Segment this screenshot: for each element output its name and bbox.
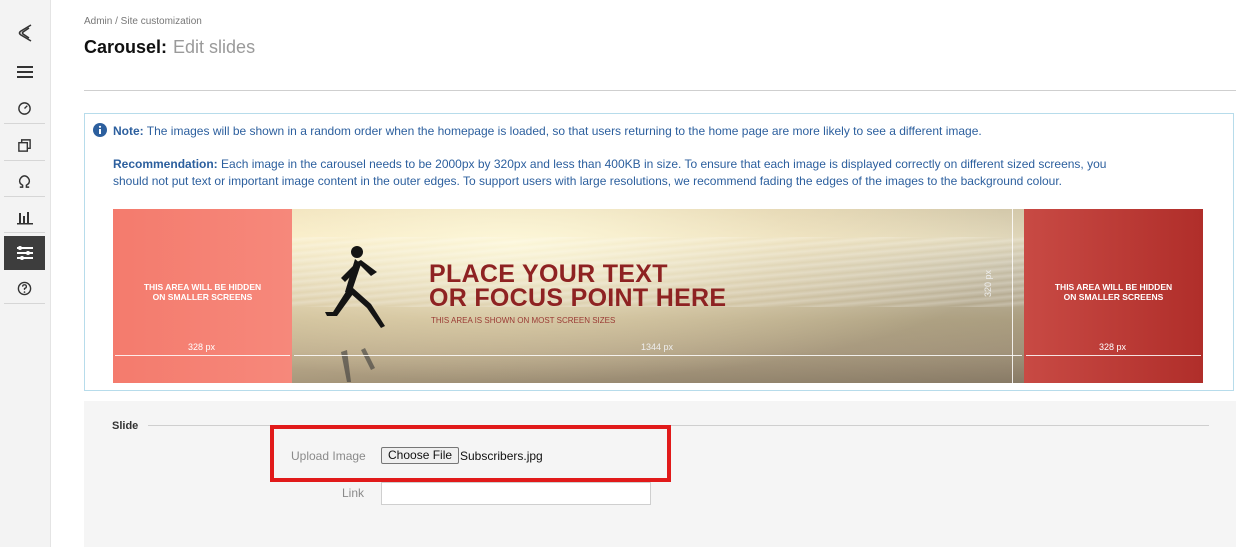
header-divider: [84, 90, 1236, 91]
middle-width-label: 1344 px: [641, 342, 674, 352]
slide-legend: Slide: [112, 420, 139, 432]
note-body: The images will be shown in a random ord…: [143, 124, 982, 138]
recommendation-text: Recommendation: Each image in the carous…: [113, 156, 1113, 190]
hidden-area-left-label: THIS AREA WILL BE HIDDEN ON SMALLER SCRE…: [143, 282, 262, 302]
dashboard-gauge-icon[interactable]: [4, 94, 45, 124]
app-logo-icon[interactable]: [4, 18, 45, 48]
dimension-line-right: [1026, 355, 1201, 356]
recommendation-body: Each image in the carousel needs to be 2…: [113, 157, 1107, 188]
bar-chart-icon[interactable]: [4, 203, 45, 233]
right-width-label: 328 px: [1099, 342, 1127, 352]
highlight-box: [270, 425, 671, 482]
info-icon: [93, 123, 107, 142]
windows-icon[interactable]: [4, 131, 45, 161]
note-text: Note: The images will be shown in a rand…: [113, 123, 982, 140]
page-title-main: Carousel:: [84, 37, 168, 57]
help-icon[interactable]: [4, 274, 45, 304]
page-title: Carousel: Edit slides: [84, 37, 255, 58]
breadcrumb: Admin / Site customization: [84, 16, 202, 27]
page-title-sub: Edit slides: [173, 37, 256, 57]
site-customization-icon[interactable]: [4, 236, 45, 270]
runner-silhouette: [325, 246, 385, 382]
hidden-area-right-label: THIS AREA WILL BE HIDDEN ON SMALLER SCRE…: [1054, 282, 1173, 302]
left-icon-rail: [0, 0, 51, 547]
dimension-line-middle: [294, 355, 1022, 356]
height-label: 320 px: [983, 269, 993, 297]
left-width-label: 328 px: [188, 342, 216, 352]
recommendation-label: Recommendation:: [113, 157, 218, 171]
link-label: Link: [342, 486, 365, 500]
note-label: Note:: [113, 124, 144, 138]
banner-headline: PLACE YOUR TEXT OR FOCUS POINT HERE: [429, 260, 727, 312]
omega-icon[interactable]: [4, 167, 45, 197]
menu-icon[interactable]: [4, 57, 45, 87]
dimension-line-height: [1012, 209, 1013, 383]
info-box: Note: The images will be shown in a rand…: [84, 113, 1234, 391]
dimension-line-left: [115, 355, 290, 356]
banner-subline: THIS AREA IS SHOWN ON MOST SCREEN SIZES: [431, 316, 616, 325]
link-input[interactable]: [381, 482, 651, 505]
carousel-guide-image: THIS AREA WILL BE HIDDEN ON SMALLER SCRE…: [113, 209, 1203, 383]
